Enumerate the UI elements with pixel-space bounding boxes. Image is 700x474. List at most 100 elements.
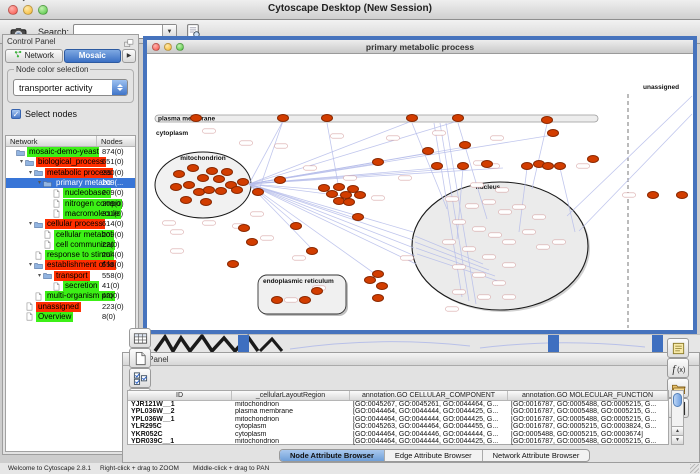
table-cell[interactable]: YLR295C	[128, 423, 232, 430]
network-node[interactable]	[191, 115, 202, 122]
network-tree-row[interactable]: unassigned223(0)	[6, 301, 135, 311]
network-node[interactable]	[194, 189, 205, 196]
table-cell[interactable]: [GO:0044464, GO:0044444, GO:0044425, G..…	[350, 438, 508, 445]
table-cell[interactable]: YJR121W__1	[128, 401, 232, 408]
expand-triangle-icon[interactable]: ▾	[27, 168, 34, 178]
network-canvas[interactable]: plasma membranecytoplasmmitochondrionnuc…	[147, 54, 693, 329]
network-node[interactable]	[291, 223, 302, 230]
network-node[interactable]	[460, 142, 471, 149]
network-node[interactable]	[238, 179, 249, 186]
table-cell[interactable]: mitochondrion	[232, 438, 350, 445]
expand-triangle-icon[interactable]: ▾	[27, 260, 34, 270]
table-cell[interactable]: YPL036W__2	[128, 408, 232, 415]
network-tree-row[interactable]: macromolecule311(0)	[6, 209, 135, 219]
network-node[interactable]	[677, 192, 688, 199]
table-row[interactable]: YDR039C__1mitochondrion[GO:0044464, GO:0…	[128, 438, 668, 445]
network-node[interactable]	[184, 182, 195, 189]
select-nodes-checkbox[interactable]: ✓	[11, 109, 21, 119]
table-row[interactable]: YLR295Ccytoplasm[GO:0045263, GO:0044464,…	[128, 423, 668, 430]
table-cell[interactable]: mitochondrion	[232, 416, 350, 423]
network-edge[interactable]	[567, 96, 692, 216]
network-node[interactable]	[307, 248, 318, 255]
network-node[interactable]	[222, 169, 233, 176]
network-node[interactable]	[204, 187, 215, 194]
network-node[interactable]	[201, 199, 212, 206]
network-node[interactable]	[377, 283, 388, 290]
network-node[interactable]	[171, 184, 182, 191]
more-tabs-button[interactable]: ▶	[122, 49, 136, 63]
table-cell[interactable]: YDR039C__1	[128, 438, 232, 445]
network-tree-row[interactable]: ▾primary metabo209(...	[6, 178, 135, 188]
network-tree-row[interactable]: ▾cellular process614(0)	[6, 219, 135, 229]
network-node[interactable]	[373, 271, 384, 278]
network-tree-row[interactable]: multi-organism pro42(0)	[6, 291, 135, 301]
network-node[interactable]	[181, 197, 192, 204]
table-cell[interactable]: [GO:0005488, GO:0005215, GO:0003674]	[508, 431, 668, 438]
table-row[interactable]: YKR052Ccytoplasm[GO:0044464, GO:0044446,…	[128, 431, 668, 438]
network-node[interactable]	[247, 239, 258, 246]
table-cell[interactable]: YKR052C	[128, 431, 232, 438]
network-node[interactable]	[334, 198, 345, 205]
table-cell[interactable]: [GO:0016787, GO:0005488, GO:0005215, G..…	[508, 401, 668, 408]
network-node[interactable]	[312, 288, 323, 295]
table-column-header[interactable]: _cellularLayoutRegion	[232, 391, 350, 400]
table-cell[interactable]: [GO:0016787, GO:0005488, GO:0005215, G..…	[508, 408, 668, 415]
network-tree-row[interactable]: cellular metabol209(0)	[6, 229, 135, 239]
table-cell[interactable]: plasma membrane	[232, 408, 350, 415]
tree-column-nodes[interactable]: Nodes	[97, 136, 135, 146]
network-node[interactable]	[373, 295, 384, 302]
attribute-table-button[interactable]	[129, 328, 151, 348]
network-node[interactable]	[188, 165, 199, 172]
expand-triangle-icon[interactable]: ▾	[36, 178, 43, 188]
float-window-icon[interactable]	[124, 37, 135, 46]
network-node[interactable]	[373, 159, 384, 166]
network-tree-row[interactable]: nucleobase-209(0)	[6, 188, 135, 198]
network-edge[interactable]	[249, 168, 503, 184]
network-node[interactable]	[355, 192, 366, 199]
table-cell[interactable]: cytoplasm	[232, 423, 350, 430]
tab-mosaic[interactable]: Mosaic	[64, 49, 122, 63]
network-node[interactable]	[272, 297, 283, 304]
network-node[interactable]	[174, 171, 185, 178]
network-edge[interactable]	[532, 124, 547, 189]
network-node[interactable]	[482, 161, 493, 168]
network-node[interactable]	[278, 115, 289, 122]
tab-node-attribute-browser[interactable]: Node Attribute Browser	[280, 450, 385, 461]
network-tree-row[interactable]: response to stimul264(0)	[6, 250, 135, 260]
network-node[interactable]	[555, 163, 566, 170]
network-tree-row[interactable]: cell communicat22(0)	[6, 240, 135, 250]
network-node[interactable]	[253, 189, 264, 196]
tab-network[interactable]: Network	[5, 49, 63, 63]
table-cell[interactable]: YPL036W__1	[128, 416, 232, 423]
network-node[interactable]	[322, 115, 333, 122]
network-node[interactable]	[522, 163, 533, 170]
table-cell[interactable]: [GO:0044464, GO:0044444, GO:0044425, G..…	[350, 416, 508, 423]
network-edge[interactable]	[249, 121, 283, 184]
scroll-up-arrow-icon[interactable]: ▲	[672, 426, 683, 435]
network-node[interactable]	[543, 163, 554, 170]
tree-column-network[interactable]: Network	[6, 136, 97, 146]
select-attributes-button[interactable]	[129, 368, 151, 388]
network-node[interactable]	[648, 192, 659, 199]
network-view-titlebar[interactable]: primary metabolic process	[147, 40, 693, 54]
network-node[interactable]	[319, 185, 330, 192]
expand-triangle-icon[interactable]: ▾	[36, 271, 43, 281]
table-cell[interactable]: [GO:0016787, GO:0005215, GO:0003824, G..…	[508, 423, 668, 430]
network-node[interactable]	[365, 277, 376, 284]
network-node[interactable]	[344, 199, 355, 206]
create-attribute-button[interactable]	[129, 348, 151, 368]
network-edge[interactable]	[249, 121, 412, 184]
table-cell[interactable]: mitochondrion	[232, 401, 350, 408]
network-tree-row[interactable]: ▾establishment of lo558(0)	[6, 260, 135, 270]
network-node[interactable]	[588, 156, 599, 163]
table-column-header[interactable]: ID	[128, 391, 232, 400]
table-column-header[interactable]: annotation.GO CELLULAR_COMPONENT	[350, 391, 508, 400]
function-builder-button[interactable]: f(x)	[667, 358, 689, 378]
table-row[interactable]: YPL036W__2plasma membrane[GO:0044464, GO…	[128, 408, 668, 415]
network-edge[interactable]	[579, 114, 692, 231]
network-node[interactable]	[327, 191, 338, 198]
network-node[interactable]	[542, 117, 553, 124]
table-column-header[interactable]: annotation.GO MOLECULAR_FUNCTION	[508, 391, 668, 400]
table-cell[interactable]: [GO:0044464, GO:0044446, GO:0044444, G..…	[350, 431, 508, 438]
table-cell[interactable]: [GO:0045263, GO:0044464, GO:0044455, G..…	[350, 423, 508, 430]
